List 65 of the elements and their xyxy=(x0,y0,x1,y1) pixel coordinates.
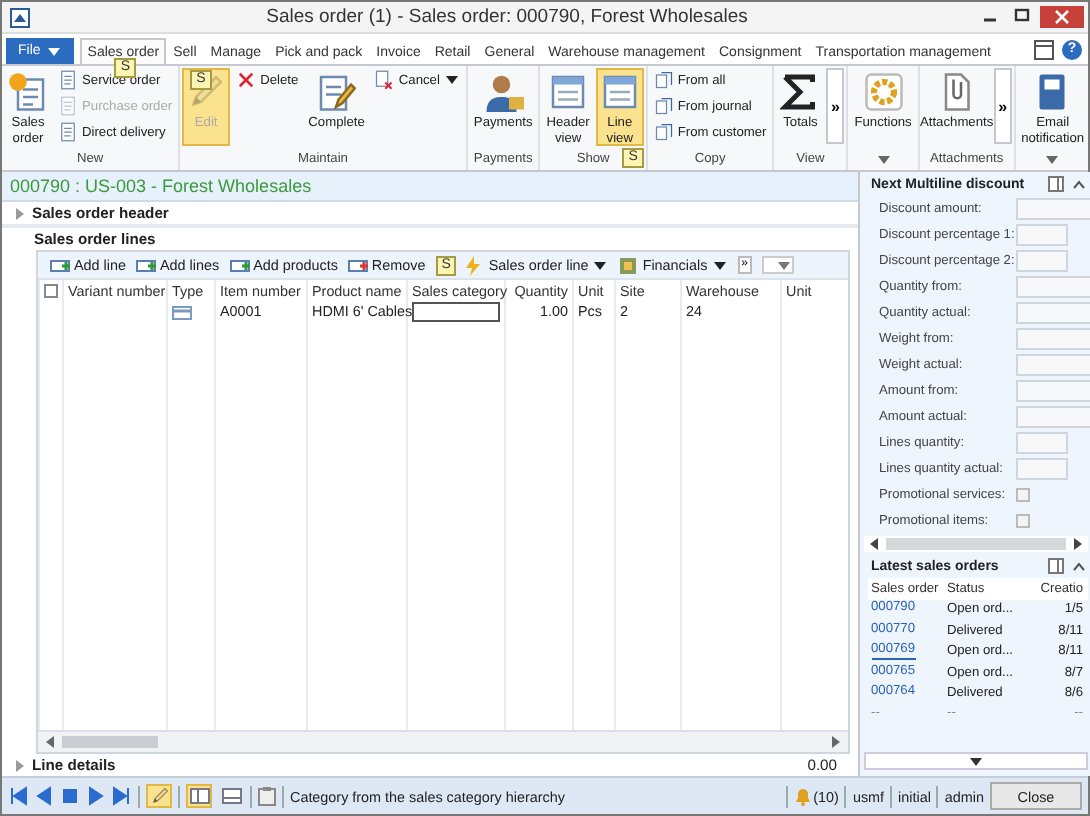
first-record-icon[interactable] xyxy=(8,786,28,806)
dropdown-field[interactable] xyxy=(762,256,795,274)
document-icon xyxy=(58,122,78,142)
layout-icon xyxy=(189,788,209,804)
window-title: Sales order (1) - Sales order: 000790, Forest Wholesales xyxy=(264,6,750,28)
copy-icon xyxy=(653,122,674,142)
expand-arrow-icon[interactable] xyxy=(12,757,28,773)
horizontal-scrollbar[interactable] xyxy=(863,536,1087,552)
document-pencil-icon xyxy=(316,72,357,112)
input-field[interactable] xyxy=(412,302,500,322)
line-type-icon xyxy=(172,305,192,319)
copy-icon xyxy=(653,96,674,116)
collapse-icon[interactable] xyxy=(1071,177,1085,191)
panel-icon[interactable] xyxy=(1034,40,1054,60)
document-icon xyxy=(58,96,78,116)
pencil-icon xyxy=(186,72,227,112)
document-cross-icon xyxy=(374,70,395,90)
last-record-icon[interactable] xyxy=(112,786,132,806)
add-rows-icon xyxy=(135,255,156,275)
layout-icon xyxy=(221,788,241,804)
caret-icon xyxy=(443,72,460,88)
pencil-icon xyxy=(149,786,169,806)
group-menu-icon xyxy=(1044,152,1061,168)
gear-icon xyxy=(863,72,904,112)
group-menu-icon xyxy=(875,152,892,168)
horizontal-scrollbar[interactable] xyxy=(38,730,847,752)
previous-record-icon[interactable] xyxy=(34,786,54,806)
app-icon xyxy=(10,7,30,27)
overflow-button[interactable]: » xyxy=(993,68,1012,144)
scroll-right-icon xyxy=(827,734,843,750)
record-title: 000790 : US-003 - Forest Wholesales xyxy=(2,172,857,202)
new-document-icon xyxy=(8,72,48,112)
remove-row-icon xyxy=(347,255,368,275)
expand-arrow-icon[interactable] xyxy=(12,205,28,221)
close-icon[interactable] xyxy=(1040,6,1084,28)
window-icon xyxy=(599,72,640,112)
add-row-icon xyxy=(50,255,70,275)
caret-icon xyxy=(711,257,728,273)
select-all-checkbox[interactable] xyxy=(44,284,58,298)
overflow-button[interactable]: » xyxy=(826,68,845,144)
clipboard-icon xyxy=(258,786,276,806)
lightning-icon xyxy=(464,255,485,275)
caret-icon xyxy=(776,257,793,273)
view-toggle-button[interactable] xyxy=(218,784,244,808)
scroll-left-icon xyxy=(865,536,881,552)
edit-mode-button[interactable] xyxy=(146,784,172,808)
panel-icon[interactable] xyxy=(1047,558,1063,574)
checkbox[interactable] xyxy=(1015,514,1029,528)
scroll-right-icon xyxy=(1069,536,1085,552)
sum-icon xyxy=(780,72,821,112)
document-icon xyxy=(58,70,78,90)
collapse-icon[interactable] xyxy=(1071,559,1085,573)
cross-icon xyxy=(236,70,257,90)
view-toggle-button[interactable] xyxy=(186,784,212,808)
caret-icon xyxy=(46,43,63,59)
panel-icon[interactable] xyxy=(1047,176,1063,192)
next-record-icon[interactable] xyxy=(86,786,106,806)
checkbox[interactable] xyxy=(1015,488,1029,502)
caret-icon xyxy=(592,257,609,273)
window-icon xyxy=(548,72,589,112)
person-icon xyxy=(483,72,524,112)
caret-icon xyxy=(967,753,983,769)
bell-icon[interactable] xyxy=(793,787,812,805)
copy-icon xyxy=(653,70,674,90)
scroll-left-icon xyxy=(42,734,58,750)
